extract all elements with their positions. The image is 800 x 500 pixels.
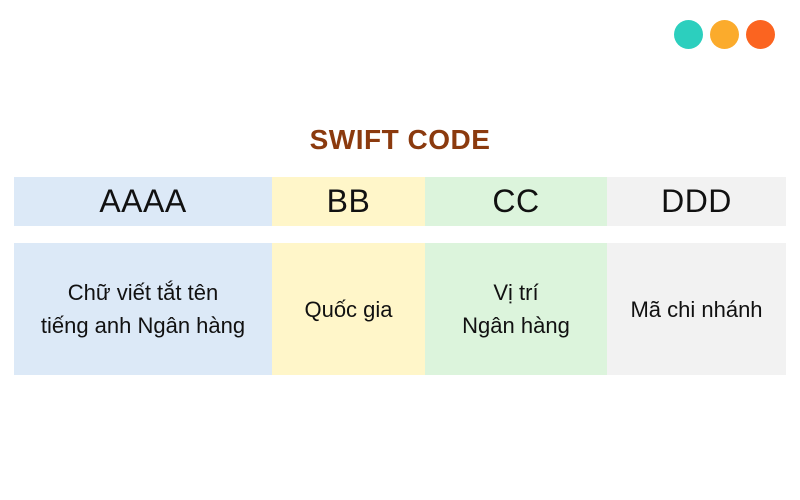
code-segment-branch: DDD: [607, 177, 786, 226]
description-bank: Chữ viết tắt tên tiếng anh Ngân hàng: [14, 243, 272, 375]
description-country: Quốc gia: [272, 243, 425, 375]
description-line: Ngân hàng: [462, 313, 570, 338]
amber-dot-icon: [710, 20, 739, 49]
description-location: Vị trí Ngân hàng: [425, 243, 607, 375]
description-line: tiếng anh Ngân hàng: [40, 313, 246, 338]
description-line: Quốc gia: [304, 296, 393, 322]
teal-dot-icon: [674, 20, 703, 49]
code-segments-row: AAAA BB CC DDD: [14, 177, 786, 226]
code-segment-bank: AAAA: [14, 177, 272, 226]
diagram-title: SWIFT CODE: [309, 124, 491, 155]
description-row: Chữ viết tắt tên tiếng anh Ngân hàng Quố…: [14, 243, 786, 375]
description-line: Mã chi nhánh: [630, 296, 763, 322]
code-segment-location: CC: [425, 177, 607, 226]
orange-dot-icon: [746, 20, 775, 49]
description-branch: Mã chi nhánh: [607, 243, 786, 375]
code-segment-country: BB: [272, 177, 425, 226]
decorative-dots: [674, 20, 775, 49]
description-line: Chữ viết tắt tên: [67, 280, 219, 305]
description-line: Vị trí: [493, 280, 539, 305]
